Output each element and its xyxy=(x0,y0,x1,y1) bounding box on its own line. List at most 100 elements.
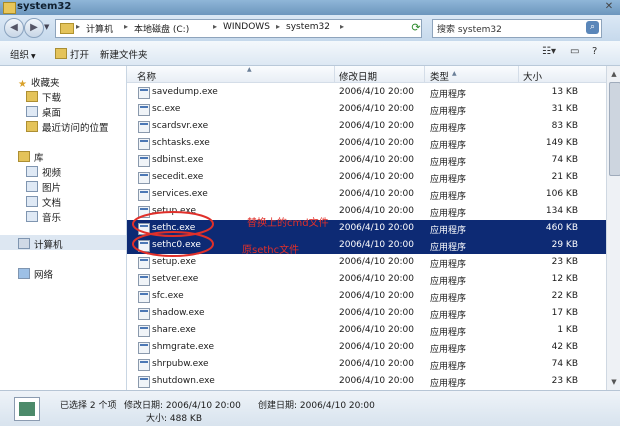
document-icon xyxy=(26,196,38,207)
file-name: shadow.exe xyxy=(152,308,205,318)
sidebar-item-recent[interactable]: 最近访问的位置 xyxy=(26,120,109,134)
file-row[interactable]: sethc0.exe 2006/4/10 20:00 应用程序 29 KB xyxy=(127,237,606,254)
back-button[interactable]: ◀ xyxy=(4,18,24,38)
file-size: 74 KB xyxy=(551,155,578,165)
file-modified-date: 2006/4/10 20:00 xyxy=(339,257,414,267)
exe-file-icon xyxy=(138,87,150,99)
network-icon xyxy=(18,268,30,279)
sort-arrow-icon: ▲ xyxy=(247,66,252,73)
breadcrumb-windows[interactable]: WINDOWS xyxy=(223,22,270,32)
file-row[interactable]: shmgrate.exe 2006/4/10 20:00 应用程序 42 KB xyxy=(127,339,606,356)
scroll-up-icon[interactable]: ▲ xyxy=(608,68,620,80)
sidebar-item-computer[interactable]: 计算机 xyxy=(18,237,63,251)
file-size: 17 KB xyxy=(551,308,578,318)
refresh-icon[interactable]: ⟳ xyxy=(408,21,424,35)
file-name: share.exe xyxy=(152,325,196,335)
file-row[interactable]: setup.exe 2006/4/10 20:00 应用程序 23 KB xyxy=(127,254,606,271)
file-row[interactable]: setup.exe 2006/4/10 20:00 应用程序 134 KB xyxy=(127,203,606,220)
file-name: sc.exe xyxy=(152,104,181,114)
file-row[interactable]: secedit.exe 2006/4/10 20:00 应用程序 21 KB xyxy=(127,169,606,186)
sidebar-item-music[interactable]: 音乐 xyxy=(26,210,61,224)
recent-pages-dropdown[interactable]: ▼ xyxy=(44,23,49,31)
file-row[interactable]: sdbinst.exe 2006/4/10 20:00 应用程序 74 KB xyxy=(127,152,606,169)
file-size: 460 KB xyxy=(545,223,578,233)
file-type: 应用程序 xyxy=(430,90,467,100)
file-type: 应用程序 xyxy=(430,124,467,134)
file-modified-date: 2006/4/10 20:00 xyxy=(339,189,414,199)
sidebar-item-desktop[interactable]: 桌面 xyxy=(26,105,61,119)
file-type: 应用程序 xyxy=(430,175,467,185)
window-title: system32 xyxy=(17,1,72,12)
vertical-scrollbar[interactable]: ▲ ▼ xyxy=(606,66,620,390)
sidebar-item-videos[interactable]: 视频 xyxy=(26,165,61,179)
annotation-replaced-cmd: 替换上的cmd文件 xyxy=(247,218,329,229)
sidebar-item-pictures[interactable]: 图片 xyxy=(26,180,61,194)
column-divider[interactable] xyxy=(518,66,519,82)
address-field[interactable]: ▸ 计算机 ▸ 本地磁盘 (C:) ▸ WINDOWS ▸ system32 ▸ xyxy=(55,19,422,38)
file-name: sfc.exe xyxy=(152,291,184,301)
preview-pane-icon[interactable]: ▭ xyxy=(570,46,579,57)
help-icon[interactable]: ? xyxy=(592,46,597,57)
exe-file-icon xyxy=(138,376,150,388)
organize-button[interactable]: 组织 ▼ xyxy=(10,47,36,61)
exe-file-icon xyxy=(138,121,150,133)
breadcrumb-local-disk[interactable]: 本地磁盘 (C:) xyxy=(134,22,189,35)
column-divider[interactable] xyxy=(334,66,335,82)
scroll-thumb[interactable] xyxy=(609,82,620,176)
column-divider[interactable] xyxy=(424,66,425,82)
new-folder-button[interactable]: 新建文件夹 xyxy=(100,47,148,61)
file-row[interactable]: sethc.exe 2006/4/10 20:00 应用程序 460 KB xyxy=(127,220,606,237)
file-size: 31 KB xyxy=(551,104,578,114)
sidebar-item-network[interactable]: 网络 xyxy=(18,267,53,281)
exe-file-icon xyxy=(138,359,150,371)
open-button[interactable]: 打开 xyxy=(55,47,89,61)
file-row[interactable]: share.exe 2006/4/10 20:00 应用程序 1 KB xyxy=(127,322,606,339)
file-size: 74 KB xyxy=(551,359,578,369)
exe-file-icon xyxy=(138,342,150,354)
column-header-date[interactable]: 修改日期 xyxy=(339,69,377,83)
column-header-size[interactable]: 大小 xyxy=(523,69,542,83)
file-row[interactable]: schtasks.exe 2006/4/10 20:00 应用程序 149 KB xyxy=(127,135,606,152)
forward-button[interactable]: ▶ xyxy=(24,18,44,38)
file-row[interactable]: shutdown.exe 2006/4/10 20:00 应用程序 23 KB xyxy=(127,373,606,390)
file-size: 29 KB xyxy=(551,240,578,250)
created-date: 创建日期: 2006/4/10 20:00 xyxy=(258,401,375,411)
column-header-type[interactable]: 类型 xyxy=(430,69,449,83)
sidebar-item-libraries[interactable]: 库 xyxy=(18,150,44,164)
file-name: savedump.exe xyxy=(152,87,218,97)
breadcrumb-computer[interactable]: 计算机 xyxy=(86,22,113,35)
file-row[interactable]: services.exe 2006/4/10 20:00 应用程序 106 KB xyxy=(127,186,606,203)
exe-file-icon xyxy=(138,155,150,167)
file-row[interactable]: shrpubw.exe 2006/4/10 20:00 应用程序 74 KB xyxy=(127,356,606,373)
sidebar-item-downloads[interactable]: 下载 xyxy=(26,90,61,104)
file-row[interactable]: shadow.exe 2006/4/10 20:00 应用程序 17 KB xyxy=(127,305,606,322)
file-row[interactable]: sfc.exe 2006/4/10 20:00 应用程序 22 KB xyxy=(127,288,606,305)
navigation-pane: ★ 收藏夹 下载 桌面 最近访问的位置 库 视频 图片 文档 音乐 计算机 网络 xyxy=(0,66,127,390)
exe-file-icon xyxy=(138,308,150,320)
sidebar-item-documents[interactable]: 文档 xyxy=(26,195,61,209)
search-icon[interactable]: ⌕ xyxy=(586,21,599,34)
file-type: 应用程序 xyxy=(430,192,467,202)
file-modified-date: 2006/4/10 20:00 xyxy=(339,206,414,216)
scroll-down-icon[interactable]: ▼ xyxy=(608,376,620,388)
search-input[interactable]: 搜索 system32 ⌕ xyxy=(432,19,602,38)
file-thumbnail xyxy=(14,397,40,421)
recent-places-icon xyxy=(26,121,38,132)
exe-file-icon xyxy=(138,257,150,269)
file-size: 83 KB xyxy=(551,121,578,131)
column-header-name[interactable]: 名称 xyxy=(137,69,156,83)
file-row[interactable]: sc.exe 2006/4/10 20:00 应用程序 31 KB xyxy=(127,101,606,118)
file-type: 应用程序 xyxy=(430,158,467,168)
file-size: 1 KB xyxy=(557,325,578,335)
close-icon[interactable]: ✕ xyxy=(602,1,616,13)
file-row[interactable]: savedump.exe 2006/4/10 20:00 应用程序 13 KB xyxy=(127,84,606,101)
file-name: scardsvr.exe xyxy=(152,121,209,131)
file-name: setup.exe xyxy=(152,257,196,267)
breadcrumb-system32[interactable]: system32 xyxy=(286,22,330,32)
file-type: 应用程序 xyxy=(430,141,467,151)
sidebar-item-favorites[interactable]: ★ 收藏夹 xyxy=(18,75,59,90)
exe-file-icon xyxy=(138,206,150,218)
view-options-icon[interactable]: ☷▾ xyxy=(542,46,556,57)
file-row[interactable]: scardsvr.exe 2006/4/10 20:00 应用程序 83 KB xyxy=(127,118,606,135)
file-row[interactable]: setver.exe 2006/4/10 20:00 应用程序 12 KB xyxy=(127,271,606,288)
